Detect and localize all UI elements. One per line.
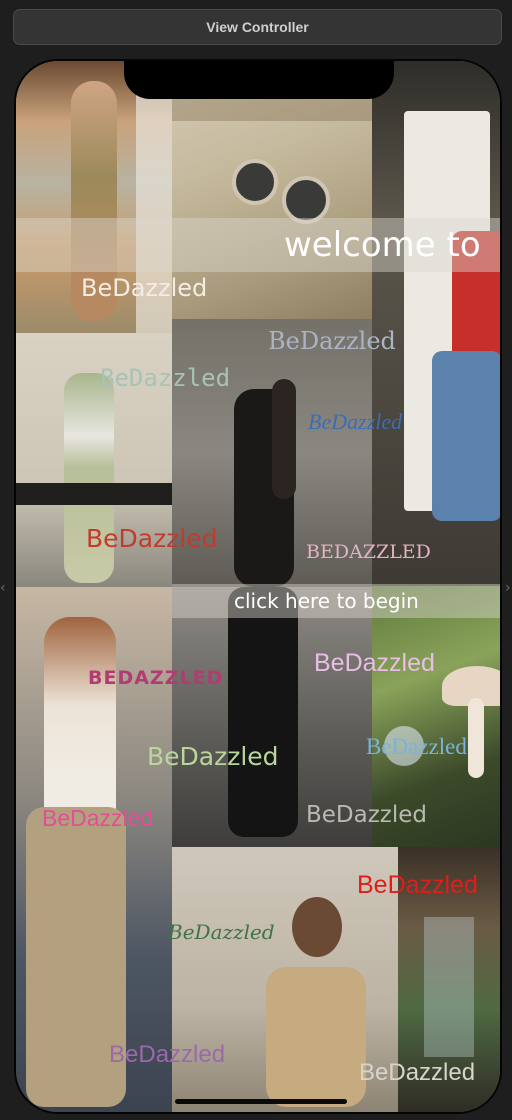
brand-text-12: BeDazzled — [306, 802, 428, 828]
left-edge-arrow-icon: ‹ — [0, 580, 6, 596]
brand-text-16: BeDazzled — [359, 1059, 476, 1086]
begin-button[interactable]: click here to begin — [172, 584, 500, 618]
brand-text-4: BeDazzled — [308, 409, 403, 434]
brand-text-15: BeDazzled — [109, 1041, 226, 1068]
brand-text-7: BEDAZZLED — [88, 667, 224, 689]
window-title: View Controller — [13, 9, 502, 45]
right-edge-arrow-icon: › — [505, 580, 511, 596]
brand-text-10: BeDazzled — [147, 742, 279, 771]
brand-text-2: BeDazzled — [268, 327, 396, 355]
brand-text-9: BeDazzled — [366, 734, 467, 759]
photo-tile-red-shirt — [372, 61, 500, 586]
brand-text-5: BeDazzled — [86, 524, 218, 553]
brand-text-3: BeDazzled — [100, 364, 231, 392]
brand-text-1: BeDazzled — [81, 274, 208, 302]
device-screen: welcome to click here to begin BeDazzled… — [14, 59, 502, 1114]
brand-text-8: BeDazzled — [314, 649, 435, 677]
device-notch — [124, 61, 394, 99]
brand-text-11: BeDazzled — [42, 805, 154, 831]
welcome-banner: welcome to — [16, 218, 500, 272]
brand-text-14: BeDazzled — [168, 920, 275, 944]
brand-text-6: BEDAZZLED — [306, 541, 431, 563]
home-indicator[interactable] — [175, 1099, 347, 1104]
brand-text-13: BeDazzled — [357, 871, 478, 899]
